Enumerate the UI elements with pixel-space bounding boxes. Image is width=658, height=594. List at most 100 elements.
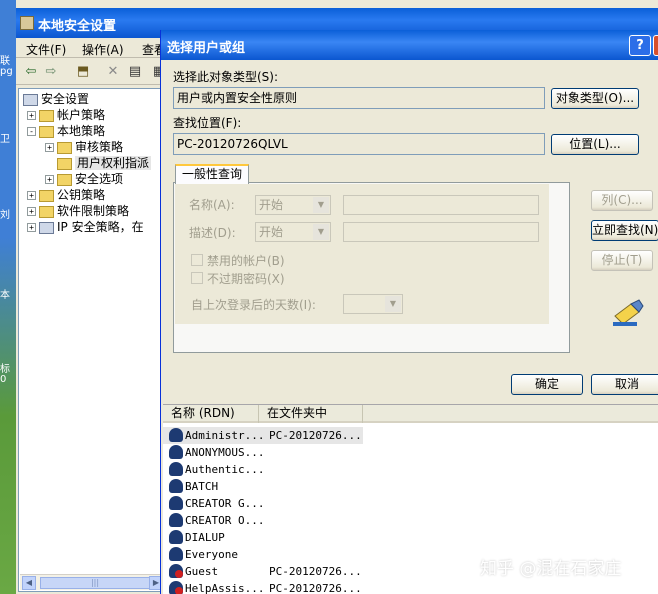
cancel-button[interactable]: 取消 (591, 374, 658, 395)
desktop-icon-label: 标 (0, 364, 10, 375)
dialog-title-bar[interactable]: 选择用户或组 ? (161, 30, 658, 60)
user-icon (169, 428, 183, 442)
tree-item-local-policy[interactable]: - 本地策略 (27, 123, 105, 139)
desktop-icon-label: pg (0, 66, 13, 77)
scroll-thumb[interactable]: ||| (40, 577, 150, 589)
group-icon (169, 513, 183, 527)
column-header-name[interactable]: 名称 (RDN) (163, 405, 259, 423)
table-row[interactable]: BATCH (163, 478, 363, 495)
name-mode-select[interactable]: 开始 ▼ (255, 195, 331, 215)
query-fields-area: 名称(A): 开始 ▼ 描述(D): 开始 ▼ 禁用的帐户(B) 不过期密码(X… (175, 184, 549, 324)
up-folder-icon[interactable]: ⬒ (74, 63, 92, 81)
table-row[interactable]: Guest PC-20120726... (163, 563, 363, 580)
group-icon (169, 479, 183, 493)
disabled-accounts-checkbox[interactable] (191, 254, 203, 266)
tree-item-audit-policy[interactable]: + 审核策略 (45, 139, 123, 155)
column-header-folder[interactable]: 在文件夹中 (259, 405, 363, 423)
shield-folder-icon (23, 93, 38, 106)
table-row[interactable]: ANONYMOUS... (163, 444, 363, 461)
results-header: 名称 (RDN) 在文件夹中 (163, 405, 658, 423)
disabled-accounts-label: 禁用的帐户(B) (207, 254, 285, 268)
delete-icon[interactable]: ✕ (104, 63, 122, 81)
back-arrow-icon[interactable]: ⇦ (22, 63, 40, 81)
location-label: 查找位置(F): (173, 116, 242, 130)
description-mode-select[interactable]: 开始 ▼ (255, 222, 331, 242)
collapse-icon[interactable]: - (27, 127, 36, 136)
description-input[interactable] (343, 222, 539, 242)
folder-icon (39, 205, 54, 218)
columns-button[interactable]: 列(C)... (591, 190, 653, 211)
console-tree: 安全设置 + 帐户策略 - 本地策略 + 审核策略 用户权利指派 + 安全选项 + 公钥策… (18, 88, 166, 592)
tree-item-software-restriction[interactable]: + 软件限制策略 (27, 203, 129, 219)
chevron-down-icon: ▼ (385, 296, 401, 312)
desktop-background: 联 pg 卫 刘 本 标 0 (0, 0, 16, 594)
group-icon (169, 445, 183, 459)
disabled-user-icon (169, 564, 183, 578)
common-queries-panel: 名称(A): 开始 ▼ 描述(D): 开始 ▼ 禁用的帐户(B) 不过期密码(X… (173, 182, 570, 353)
expand-icon[interactable]: + (27, 207, 36, 216)
computer-icon (39, 221, 54, 234)
scroll-left-icon[interactable]: ◀ (22, 576, 36, 590)
folder-icon (57, 141, 72, 154)
tree-item-user-rights[interactable]: 用户权利指派 (57, 155, 152, 171)
folder-icon (57, 157, 72, 170)
object-types-button[interactable]: 对象类型(O)... (551, 88, 639, 109)
folder-icon (39, 125, 54, 138)
tree-item-account-policy[interactable]: + 帐户策略 (27, 107, 105, 123)
table-row[interactable]: DIALUP (163, 529, 363, 546)
menu-action[interactable]: 操作(A) (82, 41, 124, 58)
table-row[interactable]: CREATOR G... (163, 495, 363, 512)
ok-button[interactable]: 确定 (511, 374, 583, 395)
search-flashlight-icon (613, 299, 644, 326)
group-icon (169, 547, 183, 561)
object-type-label: 选择此对象类型(S): (173, 70, 279, 84)
desktop-icon-label: 本 (0, 290, 10, 301)
desktop-icon-label: 联 (0, 56, 10, 67)
tab-common-queries[interactable]: 一般性查询 (175, 164, 249, 184)
name-input[interactable] (343, 195, 539, 215)
chevron-down-icon: ▼ (313, 224, 329, 240)
table-row[interactable]: CREATOR O... (163, 512, 363, 529)
expand-icon[interactable]: + (45, 143, 54, 152)
tree-item-security-options[interactable]: + 安全选项 (45, 171, 123, 187)
tree-item-ip-security[interactable]: + IP 安全策略，在 (27, 219, 144, 235)
chevron-down-icon: ▼ (313, 197, 329, 213)
properties-icon[interactable]: ▤ (126, 63, 144, 81)
expand-icon[interactable]: + (27, 191, 36, 200)
watermark: 知乎 @混在石家庄 (480, 559, 622, 579)
find-now-button[interactable]: 立即查找(N) (591, 220, 658, 241)
table-row[interactable]: Administr... PC-20120726... (163, 427, 363, 444)
main-window-title: 本地安全设置 (38, 19, 117, 34)
group-icon (169, 496, 183, 510)
tree-item-security-settings[interactable]: 安全设置 (23, 91, 89, 107)
desktop-icon-label: 刘 (0, 210, 10, 221)
horizontal-scrollbar[interactable]: ◀ ||| ▶ (20, 574, 165, 590)
help-button[interactable]: ? (629, 35, 651, 56)
folder-icon (39, 189, 54, 202)
stop-button[interactable]: 停止(T) (591, 250, 653, 271)
expand-icon[interactable]: + (27, 223, 36, 232)
dialog-title: 选择用户或组 (167, 41, 246, 56)
forward-arrow-icon[interactable]: ⇨ (42, 63, 60, 81)
table-row[interactable]: Everyone (163, 546, 363, 563)
tree-item-public-key[interactable]: + 公钥策略 (27, 187, 105, 203)
group-icon (169, 530, 183, 544)
security-settings-icon (20, 16, 34, 30)
menu-file[interactable]: 文件(F) (26, 41, 66, 58)
days-since-logon-label: 自上次登录后的天数(I): (191, 298, 316, 312)
desktop-icon-label: 卫 (0, 134, 10, 145)
no-expire-password-checkbox[interactable] (191, 272, 203, 284)
name-label: 名称(A): (189, 198, 235, 212)
locations-button[interactable]: 位置(L)... (551, 134, 639, 155)
description-label: 描述(D): (189, 226, 236, 240)
table-row[interactable]: Authentic... (163, 461, 363, 478)
close-icon[interactable] (653, 35, 658, 56)
object-type-field: 用户或内置安全性原则 (173, 87, 545, 109)
no-expire-password-label: 不过期密码(X) (207, 272, 285, 286)
folder-icon (57, 173, 72, 186)
folder-icon (39, 109, 54, 122)
expand-icon[interactable]: + (27, 111, 36, 120)
table-row[interactable]: HelpAssis... PC-20120726... (163, 580, 363, 594)
expand-icon[interactable]: + (45, 175, 54, 184)
days-since-logon-select[interactable]: ▼ (343, 294, 403, 314)
